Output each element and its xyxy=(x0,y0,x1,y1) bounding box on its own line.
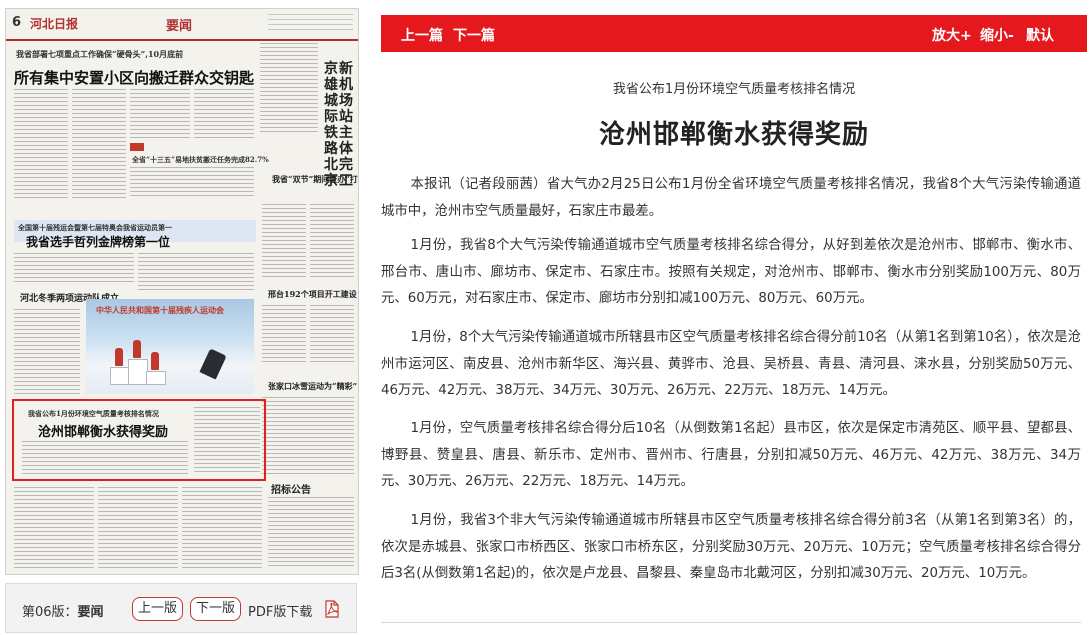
text-column xyxy=(22,441,188,475)
article-title: 沧州邯郸衡水获得奖励 xyxy=(598,120,869,150)
side-tag xyxy=(130,143,144,151)
athlete-figure xyxy=(133,340,141,358)
article-paragraph: 1月份，我省3个非大气污染传输通道城市所辖县市区空气质量考核排名综合得分前3名（… xyxy=(381,513,1081,581)
text-column xyxy=(194,407,260,475)
thumb-subheadline: 我省部署七项重点工作确保“硬骨头”,10月底前 xyxy=(16,49,184,59)
podium xyxy=(110,367,130,385)
athlete-figure xyxy=(151,352,159,370)
article-paragraph: 本报讯（记者段丽茜）省大气办2月25日公布1月份全省环境空气质量考核排名情况，我… xyxy=(381,177,1081,219)
article-divider xyxy=(381,622,1081,623)
page-masthead: 6 河北日报 要闻 xyxy=(6,9,358,41)
page-navigation-bar: 第06版：要闻 上一版 下一版 PDF版下载 xyxy=(5,583,357,633)
text-column xyxy=(14,487,94,569)
paper-logo: 河北日报 xyxy=(30,17,79,31)
text-column xyxy=(14,253,134,283)
thumb-headline[interactable]: 所有集中安置小区向搬迁群众交钥匙 xyxy=(14,67,254,88)
text-column xyxy=(268,497,354,569)
text-column xyxy=(138,253,254,293)
newspaper-page-thumbnail[interactable]: 6 河北日报 要闻 我省部署七项重点工作确保“硬骨头”,10月底前 所有集中安置… xyxy=(5,8,359,575)
thumb-project-headline[interactable]: 邢台192个项目开工建设 xyxy=(268,289,357,300)
text-column xyxy=(310,305,354,365)
text-column xyxy=(262,204,306,279)
text-column xyxy=(310,204,354,279)
page-section: 要闻 xyxy=(166,19,193,34)
page-thumbnail-panel: 6 河北日报 要闻 我省部署七项重点工作确保“硬骨头”,10月底前 所有集中安置… xyxy=(0,0,362,635)
next-article-link[interactable]: 下一篇 xyxy=(453,25,495,45)
article-paragraph: 1月份，8个大气污染传输通道城市所辖县市区空气质量考核排名综合得分前10名（从第… xyxy=(381,330,1081,398)
text-column xyxy=(262,397,354,475)
article-content: 我省公布1月份环境空气质量考核排名情况 沧州邯郸衡水获得奖励 本报讯（记者段丽茜… xyxy=(381,52,1087,635)
prev-page-button[interactable]: 上一版 xyxy=(132,597,184,621)
text-column xyxy=(98,487,178,569)
pdf-icon[interactable] xyxy=(324,600,340,618)
highlighted-article-region[interactable]: 我省公布1月份环境空气质量考核排名情况 沧州邯郸衡水获得奖励 xyxy=(12,399,266,481)
article-paragraph: 1月份，我省8个大气污染传输通道城市空气质量考核排名综合得分，从好到差依次是沧州… xyxy=(381,238,1081,306)
zoom-out-button[interactable]: 缩小- xyxy=(980,25,1014,45)
podium xyxy=(128,359,148,385)
page-meta-text xyxy=(268,14,353,32)
thumb-announcement[interactable]: 招标公告 xyxy=(271,481,311,496)
page-number: 6 xyxy=(12,15,22,30)
thumb-highlight-sub: 我省公布1月份环境空气质量考核排名情况 xyxy=(28,409,159,418)
article-toolbar: 上一篇 下一篇 放大+ 缩小- 默认 xyxy=(381,15,1087,52)
article-paragraph: 1月份，空气质量考核排名综合得分后10名（从倒数第1名起）县市区，依次是保定市清… xyxy=(381,421,1081,489)
text-column xyxy=(14,89,68,199)
thumb-column-headline[interactable]: 张家口冰雪运动为“精彩” xyxy=(268,381,357,392)
current-page-label: 第06版：要闻 xyxy=(22,605,104,620)
sport-photo[interactable]: 中华人民共和国第十届残疾人运动会 xyxy=(86,299,254,394)
reset-zoom-button[interactable]: 默认 xyxy=(1026,25,1054,45)
text-column xyxy=(260,43,318,133)
zoom-in-button[interactable]: 放大+ xyxy=(932,25,972,45)
athlete-figure xyxy=(115,348,123,366)
article-pretitle: 我省公布1月份环境空气质量考核排名情况 xyxy=(612,82,856,97)
thumb-side-sub: 全省“十三五”易地扶贫搬迁任务完成82.7% xyxy=(132,155,269,164)
text-column xyxy=(14,309,80,395)
thumb-highlight-headline: 沧州邯郸衡水获得奖励 xyxy=(38,425,169,440)
text-column xyxy=(130,167,254,199)
text-column xyxy=(194,89,254,139)
thumb-sport-headline[interactable]: 我省选手哲列金牌榜第一位 xyxy=(26,233,170,250)
text-column xyxy=(130,89,190,139)
pdf-download-link[interactable]: PDF版下载 xyxy=(248,601,312,620)
prev-article-link[interactable]: 上一篇 xyxy=(401,25,443,45)
text-column xyxy=(262,305,306,365)
thumb-box-headline[interactable]: 我省“双节”期间查办“打黑打非”案件57起 xyxy=(272,174,358,185)
photo-title: 中华人民共和国第十届残疾人运动会 xyxy=(96,306,224,315)
thumb-vertical-headline[interactable]: 京新雄机城场际站铁主路体北完京工 xyxy=(324,61,356,189)
next-page-button[interactable]: 下一版 xyxy=(190,597,242,621)
text-column xyxy=(72,89,126,199)
skier-figure xyxy=(199,348,227,380)
podium xyxy=(146,371,166,385)
thumb-sport-banner: 全国第十届残运会暨第七届特奥会我省运动员第一 xyxy=(18,223,172,232)
text-column xyxy=(182,487,262,569)
